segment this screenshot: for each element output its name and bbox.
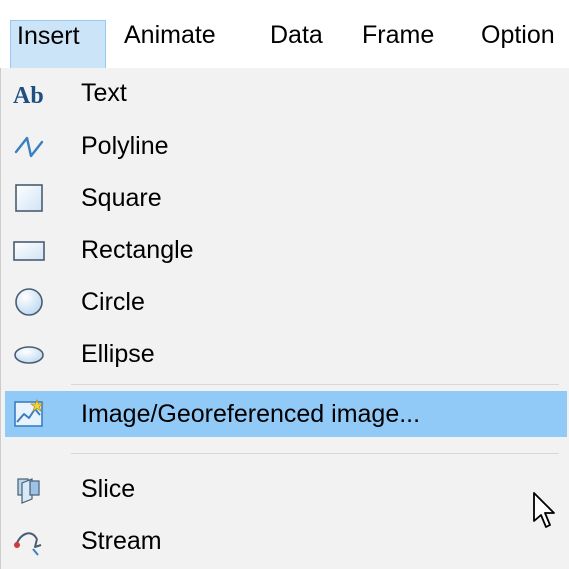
menu-item-label: Circle [81,288,145,316]
menu-item-label: Polyline [81,132,169,160]
menu-bar: Insert Animate Data Frame Option [0,0,569,68]
menu-item-text[interactable]: Ab Text [5,70,567,116]
circle-icon [13,286,45,318]
menu-separator [71,453,559,454]
menu-item-polyline[interactable]: Polyline [5,123,567,169]
menu-separator [71,384,559,385]
rectangle-icon [13,234,45,266]
menu-item-label: Stream [81,527,162,555]
menu-item-label: Ellipse [81,340,155,368]
menu-item-slice[interactable]: Slice [5,466,567,512]
menu-item-label: Rectangle [81,236,194,264]
image-icon [13,398,45,430]
menu-item-image[interactable]: Image/Georeferenced image... [5,391,567,437]
menu-data[interactable]: Data [270,20,323,68]
menu-item-label: Slice [81,475,136,503]
text-ab-icon: Ab [13,77,45,109]
slice-icon [13,473,45,505]
menu-item-stream[interactable]: Stream [5,518,567,564]
stream-icon [13,525,45,557]
menu-insert[interactable]: Insert [10,20,106,68]
square-icon [13,182,45,214]
menu-item-label: Text [81,79,127,107]
menu-animate[interactable]: Animate [124,20,216,68]
menu-item-circle[interactable]: Circle [5,279,567,325]
menu-option[interactable]: Option [481,20,555,68]
menu-item-square[interactable]: Square [5,175,567,221]
ellipse-icon [13,338,45,370]
menu-item-ellipse[interactable]: Ellipse [5,331,567,377]
svg-text:Ab: Ab [13,83,44,109]
menu-item-label: Square [81,184,162,212]
menu-item-label: Image/Georeferenced image... [81,400,421,428]
menu-item-rectangle[interactable]: Rectangle [5,227,567,273]
mouse-pointer-icon [532,491,558,531]
insert-dropdown-menu: Ab Text Polyline Square Rectangle Circle… [0,68,569,569]
polyline-icon [13,130,45,162]
menu-frame[interactable]: Frame [362,20,434,68]
